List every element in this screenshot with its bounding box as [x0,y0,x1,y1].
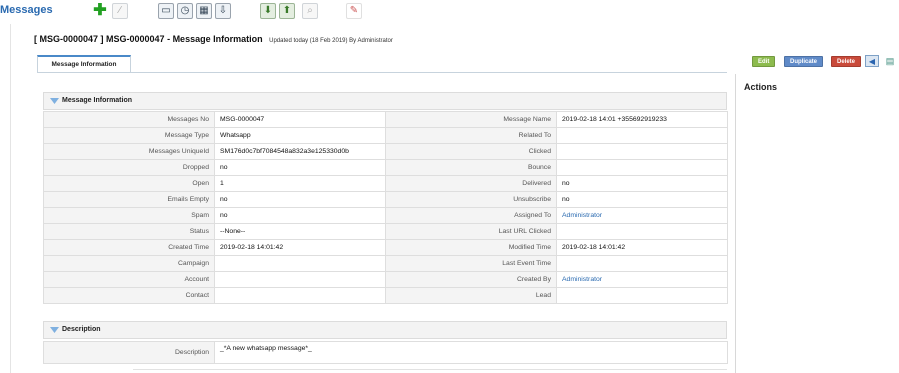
record-title-text: [ MSG-0000047 ] MSG-0000047 - Message In… [34,34,263,44]
field-value[interactable]: no [556,191,728,208]
field-label: Unsubscribe [385,191,557,208]
field-label: Last URL Clicked [385,223,557,240]
field-value[interactable] [556,127,728,144]
field-label: Dropped [43,159,215,176]
field-label: Messages No [43,111,215,128]
upload-icon[interactable]: ⬆ [279,3,295,19]
field-label: Contact [43,287,215,304]
bottom-divider [133,369,727,370]
message-info-table: Messages No MSG-0000047 Message Name 2019-0… [43,111,728,304]
field-value[interactable]: SM176d0c7bf7084548a832a3e125330d0b [214,143,386,160]
field-label: Open [43,175,215,192]
user-link[interactable]: Administrator [562,212,602,219]
field-value[interactable] [214,287,386,304]
clock-icon[interactable]: ◷ [177,3,193,19]
field-value[interactable]: no [214,191,386,208]
field-label: Created By [385,271,557,288]
table-row: Messages UniqueId SM176d0c7bf7084548a832a… [43,143,728,160]
field-value[interactable]: 2019-02-18 14:01:42 [214,239,386,256]
field-label: Account [43,271,215,288]
field-label: Modified Time [385,239,557,256]
block-header-message-information[interactable]: Message Information [43,92,727,110]
field-value[interactable] [556,287,728,304]
field-value[interactable]: Administrator [556,207,728,224]
tab-message-information[interactable]: Message Information [37,55,131,73]
table-row: Dropped no Bounce [43,159,728,176]
field-label: Bounce [385,159,557,176]
more-actions-icon[interactable]: ▤ [883,55,897,67]
actions-panel [735,74,899,373]
table-row: Open 1 Delivered no [43,175,728,192]
download-icon[interactable]: ⬇ [260,3,276,19]
module-toolbar: Messages ✚ ∕ ▭ ◷ ▦ ⇩ ⬇ ⬆ ⌕ ✎ [0,0,899,22]
table-row: Campaign Last Event Time [43,255,728,272]
table-row: Contact Lead [43,287,728,304]
field-label: Message Type [43,127,215,144]
table-row: Account Created By Administrator [43,271,728,288]
field-value[interactable]: no [214,207,386,224]
field-label: Campaign [43,255,215,272]
field-label: Clicked [385,143,557,160]
blank-icon: ∕ [112,3,128,19]
field-label: Last Event Time [385,255,557,272]
delete-button[interactable]: Delete [831,56,862,67]
table-row: Messages No MSG-0000047 Message Name 2019-0… [43,111,728,128]
table-row: Created Time 2019-02-18 14:01:42 Modified … [43,239,728,256]
field-value[interactable]: no [556,175,728,192]
field-value[interactable]: _*A new whatsapp message*_ [214,341,728,364]
field-value[interactable]: 2019-02-18 14:01 +355692919233 [556,111,728,128]
field-value[interactable]: 2019-02-18 14:01:42 [556,239,728,256]
field-value[interactable]: Administrator [556,271,728,288]
actions-title: Actions [744,82,778,92]
field-value[interactable] [556,255,728,272]
calculator-icon[interactable]: ▦ [196,3,212,19]
field-label: Lead [385,287,557,304]
field-label: Spam [43,207,215,224]
field-label: Related To [385,127,557,144]
record-title: [ MSG-0000047 ] MSG-0000047 - Message In… [34,34,393,44]
field-label: Created Time [43,239,215,256]
description-table: Description _*A new whatsapp message*_ [43,341,728,364]
field-label: Description [43,341,215,364]
module-title[interactable]: Messages [0,4,53,16]
block-title: Message Information [62,97,133,104]
field-value[interactable] [556,223,728,240]
tab-divider [37,72,727,73]
field-value[interactable]: --None-- [214,223,386,240]
plus-icon[interactable]: ✚ [92,3,108,19]
calendar-icon[interactable]: ▭ [158,3,174,19]
field-value[interactable]: 1 [214,175,386,192]
find-duplicates-icon[interactable]: ⌕ [302,3,318,19]
table-row: Message Type Whatsapp Related To [43,127,728,144]
record-updated: Updated today (18 Feb 2019) By Administr… [269,38,393,44]
table-row: Emails Empty no Unsubscribe no [43,191,728,208]
field-value[interactable] [556,143,728,160]
field-value[interactable] [214,255,386,272]
field-value[interactable]: Whatsapp [214,127,386,144]
block-title: Description [62,326,101,333]
field-value[interactable]: no [214,159,386,176]
description-row: Description _*A new whatsapp message*_ [43,341,728,364]
collapse-caret-icon[interactable] [50,327,59,333]
field-label: Message Name [385,111,557,128]
table-row: Spam no Assigned To Administrator [43,207,728,224]
field-value[interactable]: MSG-0000047 [214,111,386,128]
field-value[interactable] [556,159,728,176]
collapse-caret-icon[interactable] [50,98,59,104]
table-row: Status --None-- Last URL Clicked [43,223,728,240]
block-header-description[interactable]: Description [43,321,727,339]
field-label: Messages UniqueId [43,143,215,160]
field-label: Delivered [385,175,557,192]
field-value[interactable] [214,271,386,288]
import-icon[interactable]: ⇩ [215,3,231,19]
field-label: Assigned To [385,207,557,224]
edit-button[interactable]: Edit [752,56,776,67]
settings-wrench-icon[interactable]: ✎ [346,3,362,19]
user-link[interactable]: Administrator [562,276,602,283]
field-label: Status [43,223,215,240]
field-label: Emails Empty [43,191,215,208]
previous-record-icon[interactable]: ◀ [865,55,879,67]
duplicate-button[interactable]: Duplicate [784,56,824,67]
